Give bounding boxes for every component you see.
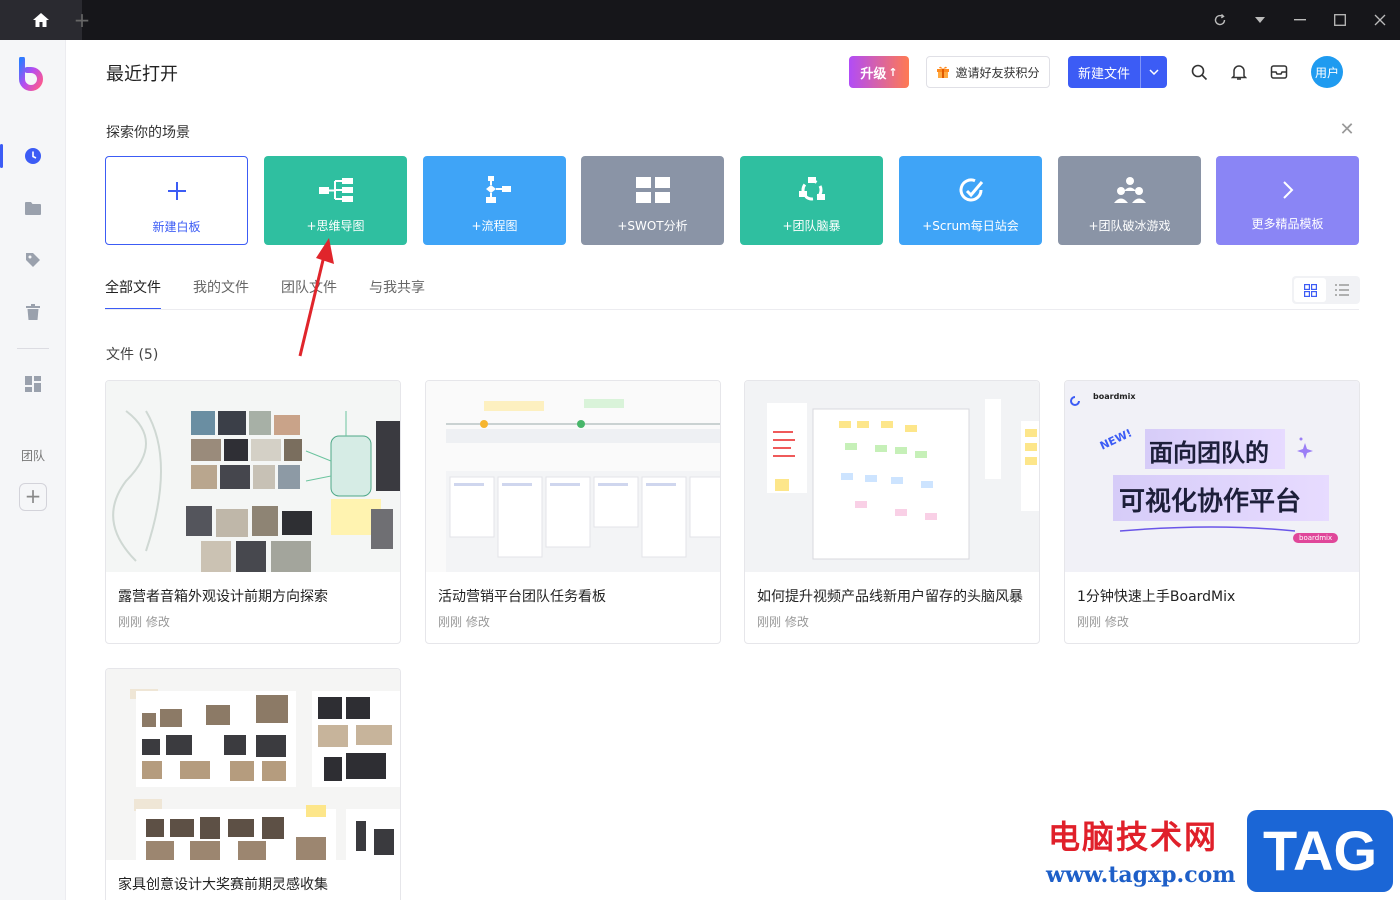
scene-label-text: 新建白板 [152,220,201,234]
file-name: 露营者音箱外观设计前期方向探索 [118,589,328,605]
upgrade-button[interactable]: 升级 ↑ [849,56,909,88]
file-thumbnail [426,381,720,572]
scene-brainstorm[interactable]: +团队脑暴 [740,156,883,245]
promo-line-1: 面向团队的 [1149,439,1269,467]
file-thumbnail [106,381,400,572]
scene-scrum[interactable]: +Scrum每日站会 [899,156,1042,245]
bell-icon[interactable] [1227,60,1251,84]
team-label: 团队 [20,449,45,463]
search-icon[interactable] [1187,60,1211,84]
file-meta: 刚刚 修改 [757,615,809,629]
annotation-arrow [298,238,334,357]
close-scenes-icon[interactable]: ✕ [1337,120,1357,140]
refresh-icon[interactable] [1208,8,1232,32]
maximize-icon[interactable] [1328,8,1352,32]
minimize-icon[interactable] [1288,8,1312,32]
promo-line-2: 可视化协作平台 [1119,487,1302,517]
file-name: 1分钟快速上手BoardMix [1077,589,1236,605]
scene-icebreaker[interactable]: +团队破冰游戏 [1058,156,1201,245]
new-file-button[interactable]: 新建文件 [1068,56,1167,88]
file-name: 活动营销平台团队任务看板 [438,589,606,605]
chevron-right-icon [1281,174,1295,206]
grid-view-icon[interactable] [1294,278,1326,302]
flowchart-icon [478,174,512,206]
file-card[interactable]: 如何提升视频产品线新用户留存的头脑风暴 刚刚 修改 [744,380,1040,644]
add-team-button[interactable]: + [19,483,47,511]
scene-label-text: +团队脑暴 [782,219,841,233]
scene-label-text: +流程图 [471,219,518,233]
new-tab-button[interactable]: + [70,6,94,34]
team-icon [1113,174,1147,206]
folder-icon[interactable] [21,196,45,220]
chevron-down-icon[interactable] [1141,69,1167,75]
scene-flowchart[interactable]: +流程图 [423,156,566,245]
file-card[interactable]: boardmix NEW! 面向团队的 可视化协作平台 boardmix 1分钟… [1064,380,1360,644]
plus-icon [166,175,188,207]
file-card[interactable]: 活动营销平台团队任务看板 刚刚 修改 [425,380,721,644]
list-view-icon[interactable] [1326,278,1358,302]
files-count: 文件 (5) [106,347,159,363]
swot-grid-icon [635,174,671,206]
tab-my-files[interactable]: 我的文件 [193,276,249,310]
watermark-cn-text: 电脑技术网 [1048,818,1219,856]
file-card[interactable]: 家具创意设计大奖赛前期灵感收集 [105,668,401,900]
file-name: 家具创意设计大奖赛前期灵感收集 [118,877,328,893]
scene-mindmap[interactable]: +思维导图 [264,156,407,245]
file-thumbnail [745,381,1039,572]
recent-icon[interactable] [21,144,45,168]
brainstorm-icon [796,174,828,206]
scene-label-text: +思维导图 [306,219,365,233]
home-icon [33,13,49,27]
templates-icon[interactable] [21,372,45,396]
dropdown-icon[interactable] [1248,8,1272,32]
watermark-tag-logo: TAG [1247,810,1393,892]
view-toggle [1292,276,1360,304]
app-logo [18,56,48,91]
gift-icon [937,66,950,78]
scene-label-text: +团队破冰游戏 [1088,219,1171,233]
arrow-up-icon: ↑ [888,65,898,79]
close-icon[interactable] [1368,8,1392,32]
file-card[interactable]: 露营者音箱外观设计前期方向探索 刚刚 修改 [105,380,401,644]
file-name: 如何提升视频产品线新用户留存的头脑风暴 [757,589,1023,605]
promo-tag: boardmix [1293,533,1339,543]
file-tabs: 全部文件 我的文件 团队文件 与我共享 [105,276,425,310]
scene-label-text: +SWOT分析 [617,219,688,233]
scene-label-text: +Scrum每日站会 [922,219,1019,233]
avatar[interactable]: 用户 [1311,56,1343,88]
file-thumbnail: boardmix NEW! 面向团队的 可视化协作平台 boardmix [1065,381,1359,572]
inbox-icon[interactable] [1267,60,1291,84]
file-meta: 刚刚 修改 [118,615,170,629]
scrum-icon [955,174,987,206]
file-meta: 刚刚 修改 [1077,615,1129,629]
title-bar: + [0,0,1400,40]
tab-shared-with-me[interactable]: 与我共享 [369,276,425,310]
tag-icon[interactable] [21,248,45,272]
scene-swot[interactable]: +SWOT分析 [581,156,724,245]
watermark-url-text: www.tagxp.com [1046,862,1236,888]
page-title: 最近打开 [106,64,178,85]
active-indicator [0,144,3,168]
file-thumbnail [106,669,400,860]
scene-more-templates[interactable]: 更多精品模板 [1216,156,1359,245]
trash-icon[interactable] [21,300,45,324]
invite-label: 邀请好友获积分 [955,65,1040,80]
mindmap-icon [318,174,354,206]
tab-all-files[interactable]: 全部文件 [105,276,161,310]
file-meta: 刚刚 修改 [438,615,490,629]
scenes-label: 探索你的场景 [106,125,190,141]
scene-new-whiteboard[interactable]: 新建白板 [105,156,248,245]
new-file-label: 新建文件 [1077,66,1130,82]
scene-label-text: 更多精品模板 [1251,217,1324,231]
left-rail: 团队 + [0,40,66,900]
upgrade-label: 升级 [860,66,887,82]
invite-button[interactable]: 邀请好友获积分 [926,56,1050,88]
boardmix-brand: boardmix [1093,392,1136,401]
rail-divider [17,348,49,349]
